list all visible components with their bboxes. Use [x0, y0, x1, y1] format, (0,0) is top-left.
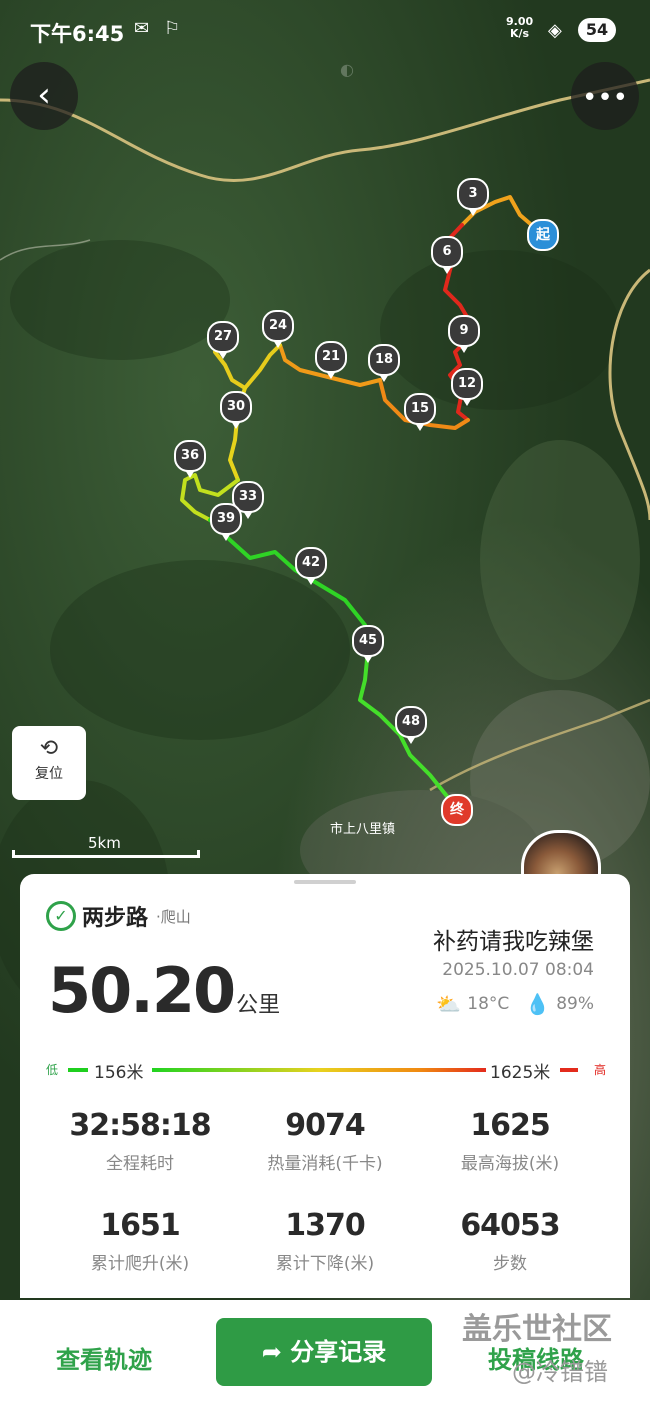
- share-record-label: 分享记录: [290, 1338, 387, 1366]
- stat-value: 9074: [285, 1108, 366, 1143]
- watermark-author: @冷镨镨: [512, 1358, 608, 1386]
- view-track-button[interactable]: 查看轨迹: [56, 1340, 152, 1375]
- stat-duration: 32:58:18 全程耗时: [40, 1108, 240, 1174]
- stat-total-ascent: 1651 累计爬升(米): [40, 1208, 240, 1274]
- km-marker[interactable]: 39: [210, 503, 242, 541]
- distance: 50.20公里: [48, 954, 280, 1027]
- bottom-action-bar: 查看轨迹 ➦ 分享记录 投稿线路 盖乐世社区 @冷镨镨: [0, 1300, 650, 1408]
- more-button[interactable]: •••: [571, 62, 639, 130]
- reset-label: 复位: [35, 766, 63, 782]
- net-speed-unit: K/s: [510, 27, 530, 40]
- stat-label: 累计爬升(米): [90, 1254, 190, 1274]
- chevron-left-icon: ‹: [37, 75, 51, 115]
- distance-unit: 公里: [236, 993, 281, 1018]
- stat-label: 全程耗时: [106, 1154, 174, 1174]
- elevation-high-label: 高: [593, 1063, 606, 1077]
- place-label: 市上八里镇: [330, 822, 396, 837]
- stat-label: 累计下降(米): [275, 1254, 375, 1274]
- running-icon: ⚐: [164, 18, 181, 39]
- elevation-legend: 低 156米 1625米 高: [46, 1058, 606, 1083]
- brand-name: 两步路: [82, 906, 149, 931]
- back-button[interactable]: ‹: [10, 62, 78, 130]
- km-marker[interactable]: 45: [352, 625, 384, 663]
- brand-logo-icon: ✓: [46, 901, 76, 931]
- km-marker[interactable]: 6: [431, 236, 463, 274]
- km-marker[interactable]: 24: [262, 310, 294, 348]
- partly-cloudy-icon: ⛅: [436, 992, 462, 1016]
- temperature: 18°C: [467, 994, 510, 1014]
- wechat-icon: ✉: [134, 18, 150, 39]
- humidity-icon: 💧: [525, 992, 551, 1016]
- stat-label: 最高海拔(米): [460, 1154, 560, 1174]
- km-marker[interactable]: 48: [395, 706, 427, 744]
- activity-card: ✓ 两步路 ·爬山 补药请我吃辣堡 50.20公里 2025.10.07 08:…: [20, 874, 630, 1298]
- watermark-community: 盖乐世社区: [462, 1312, 612, 1347]
- km-marker[interactable]: 42: [295, 547, 327, 585]
- distance-value: 50.20: [48, 954, 236, 1027]
- stat-value: 1651: [100, 1208, 181, 1243]
- battery-indicator: 54: [578, 18, 616, 42]
- km-marker[interactable]: 15: [404, 393, 436, 431]
- km-marker[interactable]: 36: [174, 440, 206, 478]
- scale-bar: [12, 850, 200, 858]
- km-marker[interactable]: 21: [315, 341, 347, 379]
- elevation-max: 1625米: [490, 1063, 551, 1083]
- start-marker[interactable]: 起: [527, 219, 559, 251]
- elevation-min: 156米: [94, 1063, 144, 1083]
- km-marker[interactable]: 27: [207, 321, 239, 359]
- share-icon: ➦: [261, 1338, 291, 1366]
- stat-value: 32:58:18: [69, 1108, 211, 1143]
- stat-steps: 64053 步数: [410, 1208, 610, 1274]
- brand: ✓ 两步路 ·爬山: [46, 900, 191, 932]
- map-scale: 5km: [12, 834, 202, 858]
- stat-value: 1625: [470, 1108, 551, 1143]
- stat-value: 64053: [460, 1208, 560, 1243]
- recenter-icon: ⟲: [39, 736, 59, 761]
- km-marker[interactable]: 12: [451, 368, 483, 406]
- net-speed: 9.00 K/s: [506, 16, 533, 40]
- activity-datetime: 2025.10.07 08:04: [442, 960, 594, 980]
- sport-type: ·爬山: [156, 907, 191, 926]
- elevation-low-swatch: [68, 1068, 88, 1072]
- elevation-high-swatch: [560, 1068, 578, 1072]
- map-provider-logo-icon: ◐: [340, 60, 354, 79]
- humidity: 89%: [556, 994, 594, 1014]
- share-record-button[interactable]: ➦ 分享记录: [216, 1318, 432, 1386]
- km-marker[interactable]: 9: [448, 315, 480, 353]
- weather: ⛅ 18°C 💧 89%: [436, 992, 594, 1016]
- username: 补药请我吃辣堡: [433, 929, 594, 955]
- drag-handle[interactable]: [294, 880, 356, 884]
- km-marker[interactable]: 30: [220, 391, 252, 429]
- km-marker[interactable]: 18: [368, 344, 400, 382]
- elevation-low-label: 低: [46, 1063, 59, 1077]
- reset-view-button[interactable]: ⟲ 复位: [12, 726, 86, 800]
- stat-max-altitude: 1625 最高海拔(米): [410, 1108, 610, 1174]
- stat-label: 步数: [493, 1254, 527, 1274]
- km-marker[interactable]: 3: [457, 178, 489, 216]
- elevation-gradient: [152, 1068, 486, 1072]
- status-bar: 下午6:45 ✉ ⚐ 9.00 K/s ◈ 54: [0, 0, 650, 62]
- status-time: 下午6:45: [30, 22, 125, 46]
- wifi-icon: ◈: [548, 20, 562, 41]
- stat-label: 热量消耗(千卡): [267, 1154, 383, 1174]
- stat-value: 1370: [285, 1208, 366, 1243]
- stat-calories: 9074 热量消耗(千卡): [225, 1108, 425, 1174]
- stat-total-descent: 1370 累计下降(米): [225, 1208, 425, 1274]
- more-dots-icon: •••: [581, 83, 628, 113]
- end-marker[interactable]: 终: [441, 794, 473, 826]
